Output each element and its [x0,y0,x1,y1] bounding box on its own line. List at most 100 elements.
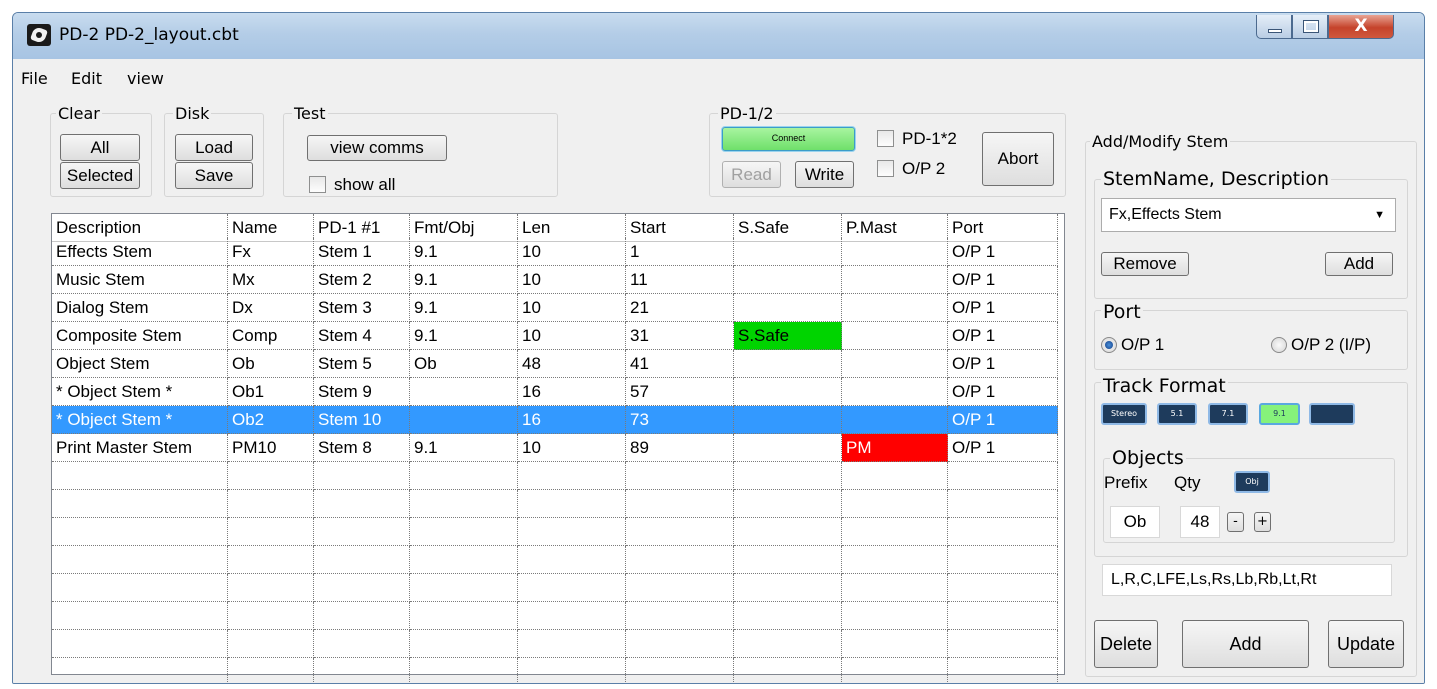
table-cell[interactable]: Dialog Stem [52,294,228,322]
empty-table-cell[interactable] [626,630,734,658]
empty-table-cell[interactable] [314,602,410,630]
clear-all-button[interactable]: All [60,134,140,161]
table-cell[interactable] [842,350,948,378]
empty-table-cell[interactable] [948,490,1058,518]
abort-button[interactable]: Abort [982,132,1054,186]
empty-table-cell[interactable] [52,658,228,683]
format-7-1-button[interactable]: 7.1 [1208,403,1248,425]
show-all-checkbox[interactable] [309,176,326,193]
table-cell[interactable]: 16 [518,406,626,434]
empty-table-cell[interactable] [410,518,518,546]
empty-table-cell[interactable] [842,490,948,518]
table-cell[interactable]: Ob [410,350,518,378]
empty-table-cell[interactable] [948,518,1058,546]
table-cell[interactable]: Stem 2 [314,266,410,294]
menu-edit[interactable]: Edit [71,69,102,88]
empty-table-cell[interactable] [948,658,1058,683]
empty-table-cell[interactable] [734,490,842,518]
empty-table-cell[interactable] [314,658,410,683]
table-cell[interactable] [734,350,842,378]
table-cell[interactable]: PM [842,434,948,462]
empty-table-cell[interactable] [228,490,314,518]
table-cell[interactable] [734,434,842,462]
table-cell[interactable] [842,322,948,350]
table-cell[interactable]: Effects Stem [52,238,228,266]
empty-table-cell[interactable] [52,630,228,658]
clear-selected-button[interactable]: Selected [60,162,140,189]
format-5-1-button[interactable]: 5.1 [1157,403,1197,425]
table-cell[interactable]: Stem 3 [314,294,410,322]
add-stem-button[interactable]: Add [1325,252,1393,276]
empty-table-cell[interactable] [52,546,228,574]
empty-table-cell[interactable] [228,658,314,683]
table-cell[interactable]: Comp [228,322,314,350]
empty-table-cell[interactable] [410,546,518,574]
empty-table-cell[interactable] [948,546,1058,574]
empty-table-cell[interactable] [228,602,314,630]
empty-table-cell[interactable] [734,518,842,546]
table-cell[interactable]: Print Master Stem [52,434,228,462]
table-cell[interactable] [842,378,948,406]
empty-table-cell[interactable] [52,602,228,630]
table-cell[interactable]: Stem 4 [314,322,410,350]
empty-table-cell[interactable] [842,658,948,683]
table-cell[interactable]: Stem 10 [314,406,410,434]
empty-table-cell[interactable] [842,462,948,490]
empty-table-cell[interactable] [626,490,734,518]
delete-button[interactable]: Delete [1094,620,1158,668]
table-cell[interactable]: O/P 1 [948,350,1058,378]
table-cell[interactable]: 73 [626,406,734,434]
empty-table-cell[interactable] [52,462,228,490]
table-cell[interactable]: 1 [626,238,734,266]
empty-table-cell[interactable] [52,518,228,546]
empty-table-cell[interactable] [314,630,410,658]
empty-table-cell[interactable] [314,490,410,518]
table-cell[interactable]: Ob2 [228,406,314,434]
read-button[interactable]: Read [722,161,781,188]
view-comms-button[interactable]: view comms [307,135,447,161]
empty-table-cell[interactable] [626,574,734,602]
channel-list-field[interactable]: L,R,C,LFE,Ls,Rs,Lb,Rb,Lt,Rt [1102,564,1392,596]
table-cell[interactable] [410,378,518,406]
table-cell[interactable]: PM10 [228,434,314,462]
table-cell[interactable]: 9.1 [410,238,518,266]
empty-table-cell[interactable] [410,630,518,658]
port-op2-radio[interactable] [1271,337,1287,353]
table-cell[interactable]: * Object Stem * [52,378,228,406]
empty-table-cell[interactable] [626,602,734,630]
empty-table-cell[interactable] [948,574,1058,602]
empty-table-cell[interactable] [948,602,1058,630]
empty-table-cell[interactable] [228,518,314,546]
add-button[interactable]: Add [1182,620,1309,668]
pd1x2-checkbox[interactable] [877,130,894,147]
table-cell[interactable]: 10 [518,434,626,462]
write-button[interactable]: Write [795,161,854,188]
empty-table-cell[interactable] [410,462,518,490]
table-cell[interactable] [842,406,948,434]
table-cell[interactable]: 48 [518,350,626,378]
table-cell[interactable] [734,378,842,406]
empty-table-cell[interactable] [734,462,842,490]
table-cell[interactable]: Fx [228,238,314,266]
table-cell[interactable]: 57 [626,378,734,406]
table-cell[interactable]: 16 [518,378,626,406]
empty-table-cell[interactable] [842,574,948,602]
table-cell[interactable]: Stem 1 [314,238,410,266]
qty-input[interactable]: 48 [1180,506,1220,538]
table-cell[interactable]: 10 [518,322,626,350]
table-cell[interactable]: O/P 1 [948,434,1058,462]
empty-table-cell[interactable] [842,518,948,546]
empty-table-cell[interactable] [518,518,626,546]
empty-table-cell[interactable] [734,574,842,602]
empty-table-cell[interactable] [314,462,410,490]
table-cell[interactable]: O/P 1 [948,406,1058,434]
table-cell[interactable]: 9.1 [410,294,518,322]
empty-table-cell[interactable] [948,462,1058,490]
menu-file[interactable]: File [21,69,48,88]
empty-table-cell[interactable] [626,546,734,574]
qty-minus-button[interactable]: - [1227,512,1244,532]
table-cell[interactable]: Ob1 [228,378,314,406]
empty-table-cell[interactable] [734,546,842,574]
table-cell[interactable]: O/P 1 [948,266,1058,294]
empty-table-cell[interactable] [314,574,410,602]
